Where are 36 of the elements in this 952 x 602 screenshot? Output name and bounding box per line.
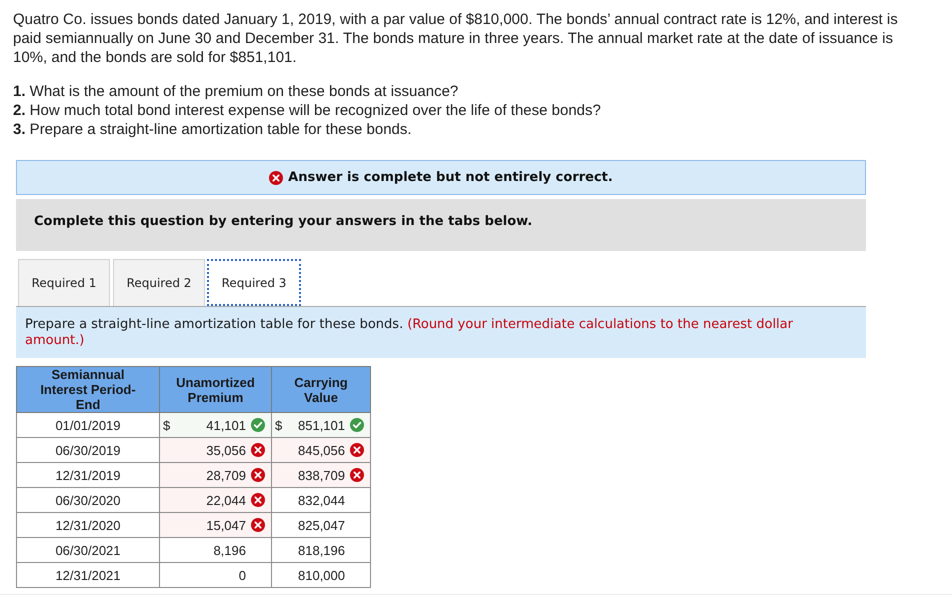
problem-text: Quatro Co. issues bonds dated January 1, 2019, with a par value of $810,000. The bonds’ annual contract rate is 12%, and interest is paid semiannually on June 30 and December 31. The bonds mature in three years. The annual market rate at the date of issuance is 10%, and the bonds are sold for $851,101. (13, 10, 899, 67)
table-cell: 06/30/2021 (16, 538, 160, 562)
cell-value: 851,101 (298, 418, 345, 432)
table-cell: 12/31/2020 (16, 512, 160, 538)
cell-value: 22,044 (206, 492, 246, 508)
table-cell: 01/01/2019 (16, 412, 160, 438)
question-text: 1. What is the amount of the premium on these bonds at issuance? (13, 82, 458, 101)
table-cell: 12/31/2021 (16, 562, 160, 588)
cell-value: 832,044 (298, 492, 345, 508)
result-message: Answer is complete but not entirely correct. (288, 170, 613, 185)
currency-symbol: $ (163, 418, 170, 432)
column-header: Semiannual Interest Period-End (16, 366, 160, 412)
cell-value: 810,000 (298, 568, 345, 582)
table-cell: 06/30/2019 (16, 438, 160, 462)
cell-value: 825,047 (298, 518, 345, 532)
instruction-text: Complete this question by entering your answers in the tabs below. (34, 214, 532, 229)
tab[interactable]: Required 3 (207, 259, 301, 306)
cell-value: 838,709 (298, 468, 345, 482)
question-text: 3. Prepare a straight-line amortization table for these bonds. (13, 120, 412, 139)
cell-value: 35,056 (206, 442, 246, 458)
question-text: 2. How much total bond interest expense will be recognized over the life of these bonds? (13, 101, 601, 120)
cell-value: 15,047 (206, 518, 246, 532)
currency-symbol: $ (275, 418, 282, 432)
column-header: Unamortized Premium (160, 366, 272, 412)
column-header: Carrying Value (272, 366, 370, 412)
cell-value: 845,056 (298, 442, 345, 458)
tab[interactable]: Required 1 (18, 259, 110, 306)
table-cell: 06/30/2020 (16, 488, 160, 512)
prompt-text: Prepare a straight-line amortization table for these bonds. (Round your intermediate calculations to the nearest dollar amount.) (25, 317, 794, 349)
tab[interactable]: Required 2 (113, 259, 205, 306)
cell-value: 8,196 (213, 542, 246, 558)
cell-value: 818,196 (298, 542, 345, 558)
cell-value: 0 (238, 568, 246, 582)
table-cell: 12/31/2019 (16, 462, 160, 488)
cell-value: 41,101 (206, 418, 246, 432)
cell-value: 28,709 (206, 468, 246, 482)
